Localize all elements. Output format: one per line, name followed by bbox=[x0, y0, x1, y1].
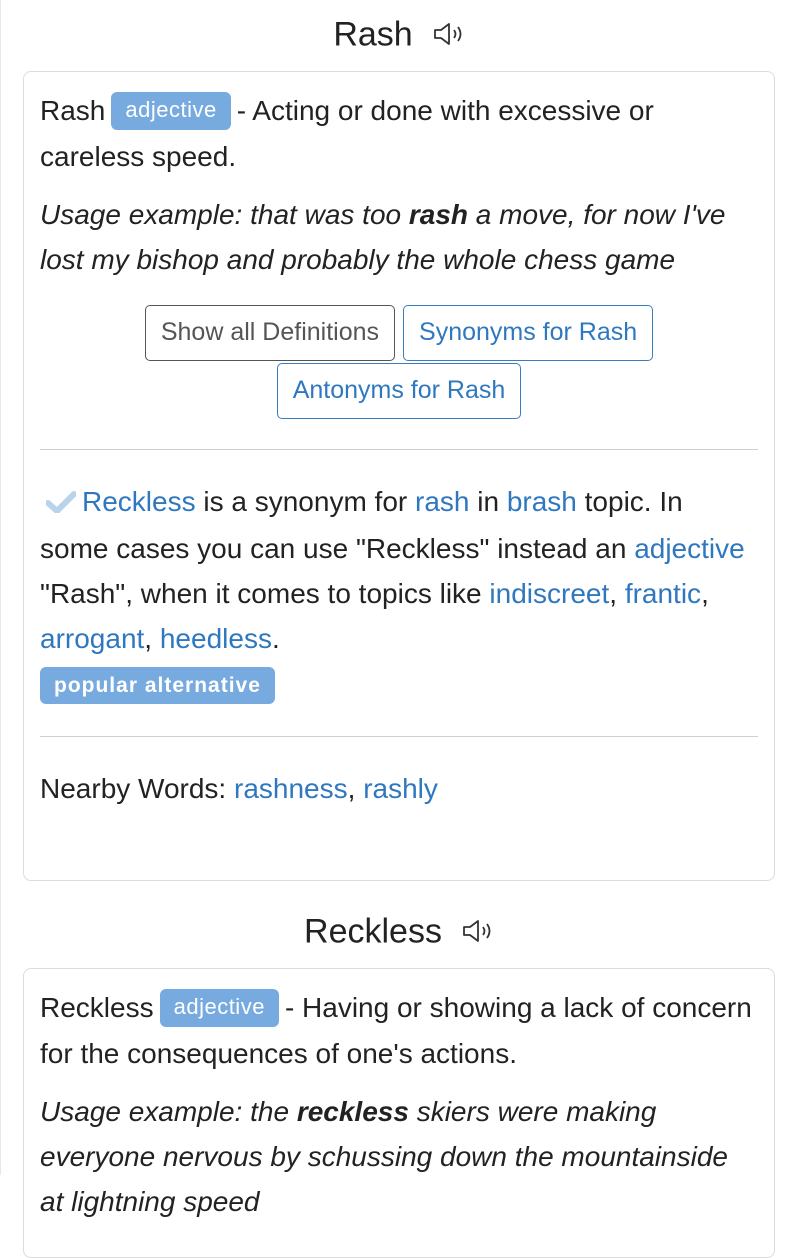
divider bbox=[40, 448, 758, 450]
separator: , bbox=[609, 577, 625, 609]
separator: , bbox=[701, 577, 709, 609]
topic-link-frantic[interactable]: frantic bbox=[625, 578, 701, 609]
checkmark-icon bbox=[45, 481, 77, 526]
period: . bbox=[271, 622, 280, 654]
topic-link[interactable]: brash bbox=[507, 486, 577, 517]
topic-link-arrogant[interactable]: arrogant bbox=[40, 623, 144, 654]
definition-card-rash: Rash adjective - Acting or done with exces… bbox=[23, 71, 775, 881]
headword: Rash bbox=[40, 95, 106, 126]
usage-highlight: rash bbox=[408, 198, 469, 230]
topic-link-heedless[interactable]: heedless bbox=[160, 623, 272, 654]
word-title: Reckless bbox=[304, 912, 442, 951]
topic-link-indiscreet[interactable]: indiscreet bbox=[489, 578, 609, 609]
show-all-definitions-button[interactable]: Show all Definitions bbox=[144, 304, 396, 361]
word-heading-rash: Rash bbox=[0, 14, 800, 55]
action-buttons-row-1: Show all Definitions Synonyms for Rash bbox=[40, 304, 758, 361]
note-text: "Rash", when it comes to topics like bbox=[40, 577, 490, 609]
separator: , bbox=[347, 772, 364, 804]
nearby-words: Nearby Words: rashness, rashly bbox=[40, 769, 758, 809]
usage-text-prefix: Usage example: the bbox=[40, 1095, 297, 1127]
nearby-link-rashly[interactable]: rashly bbox=[363, 773, 438, 804]
usage-example: Usage example: the reckless skiers were … bbox=[40, 1089, 758, 1224]
pos-badge: adjective bbox=[159, 988, 279, 1027]
synonym-link[interactable]: Reckless bbox=[82, 486, 196, 517]
note-text: is a synonym for bbox=[195, 485, 415, 517]
usage-text-prefix: Usage example: that was too bbox=[40, 198, 409, 230]
usage-highlight: reckless bbox=[296, 1095, 409, 1127]
word-title: Rash bbox=[333, 15, 413, 54]
headword: Reckless bbox=[40, 992, 154, 1023]
definition-card-reckless: Reckless adjective - Having or showing a l… bbox=[23, 968, 775, 1258]
definition: Reckless adjective - Having or showing a l… bbox=[40, 985, 758, 1076]
usage-example: Usage example: that was too rash a move,… bbox=[40, 192, 758, 282]
speaker-icon[interactable] bbox=[462, 913, 496, 952]
pos-link[interactable]: adjective bbox=[634, 533, 745, 564]
word-heading-reckless: Reckless bbox=[0, 911, 800, 952]
nearby-link-rashness[interactable]: rashness bbox=[234, 773, 348, 804]
page-edge bbox=[0, 0, 1, 1175]
separator: , bbox=[144, 622, 160, 654]
pos-badge: adjective bbox=[111, 91, 231, 130]
popular-alternative-badge: popular alternative bbox=[40, 666, 275, 704]
word-link[interactable]: rash bbox=[415, 486, 469, 517]
synonym-note: Reckless is a synonym for rash in brash … bbox=[40, 479, 758, 661]
note-text: in bbox=[469, 485, 507, 517]
synonyms-button[interactable]: Synonyms for Rash bbox=[403, 304, 654, 361]
speaker-icon[interactable] bbox=[433, 16, 467, 55]
badge-row: popular alternative bbox=[40, 666, 758, 704]
divider bbox=[40, 735, 758, 737]
antonyms-button[interactable]: Antonyms for Rash bbox=[276, 362, 522, 419]
definition: Rash adjective - Acting or done with exces… bbox=[40, 88, 758, 179]
nearby-label: Nearby Words: bbox=[40, 772, 234, 804]
action-buttons-row-2: Antonyms for Rash bbox=[40, 362, 758, 419]
